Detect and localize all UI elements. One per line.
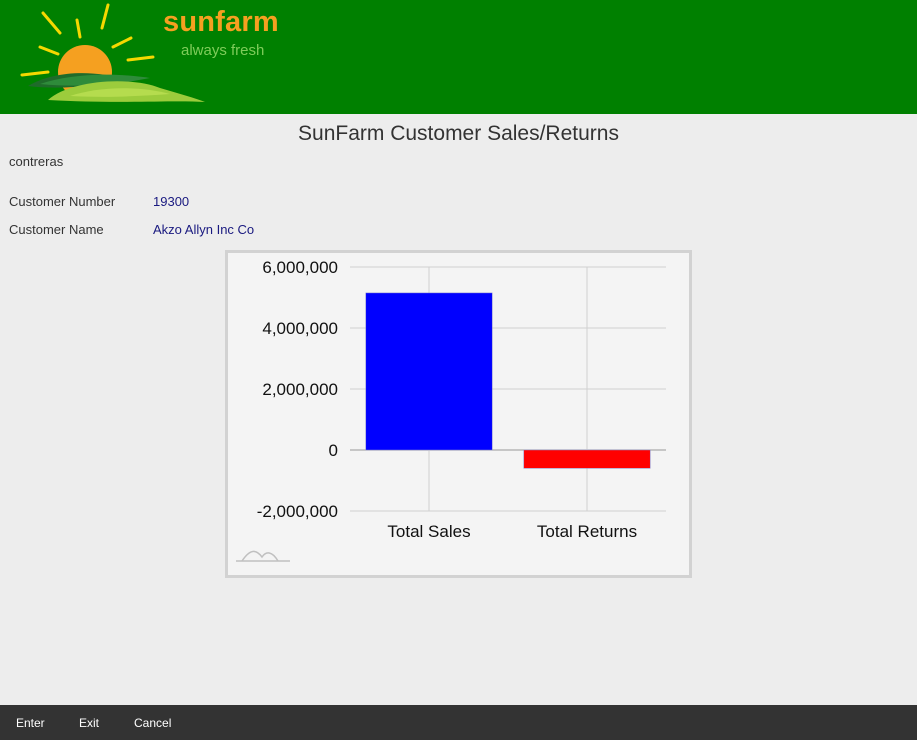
x-tick-label: Total Sales <box>387 522 470 541</box>
sales-returns-chart: 6,000,000 4,000,000 2,000,000 0 -2,000,000 T… <box>225 250 692 578</box>
customer-number-label: Customer Number <box>9 194 116 209</box>
customer-number-value: 19300 <box>153 194 190 209</box>
exit-button[interactable]: Exit <box>79 716 99 730</box>
chart-canvas: 6,000,000 4,000,000 2,000,000 0 -2,000,000 T… <box>236 258 666 562</box>
app-header: sunfarm always fresh <box>0 0 917 114</box>
x-tick-label: Total Returns <box>537 522 637 541</box>
enter-button[interactable]: Enter <box>16 716 45 730</box>
function-key-bar: Enter Exit Cancel <box>0 705 917 740</box>
brand-name: sunfarm <box>163 6 279 38</box>
chart-watermark-icon <box>236 550 290 562</box>
page-title: SunFarm Customer Sales/Returns <box>298 122 619 145</box>
bar-total-returns[interactable] <box>523 449 651 469</box>
cancel-button[interactable]: Cancel <box>134 716 171 730</box>
customer-name-value: Akzo Allyn Inc Co <box>153 222 255 237</box>
y-tick-label: 0 <box>329 441 338 460</box>
customer-name-label: Customer Name <box>9 222 104 237</box>
y-tick-label: 6,000,000 <box>262 258 338 277</box>
y-tick-label: 4,000,000 <box>262 319 338 338</box>
user-name: contreras <box>9 154 64 169</box>
brand-tagline: always fresh <box>181 42 265 59</box>
y-tick-label: -2,000,000 <box>257 502 338 521</box>
bar-total-sales[interactable] <box>365 292 493 451</box>
y-tick-label: 2,000,000 <box>262 380 338 399</box>
